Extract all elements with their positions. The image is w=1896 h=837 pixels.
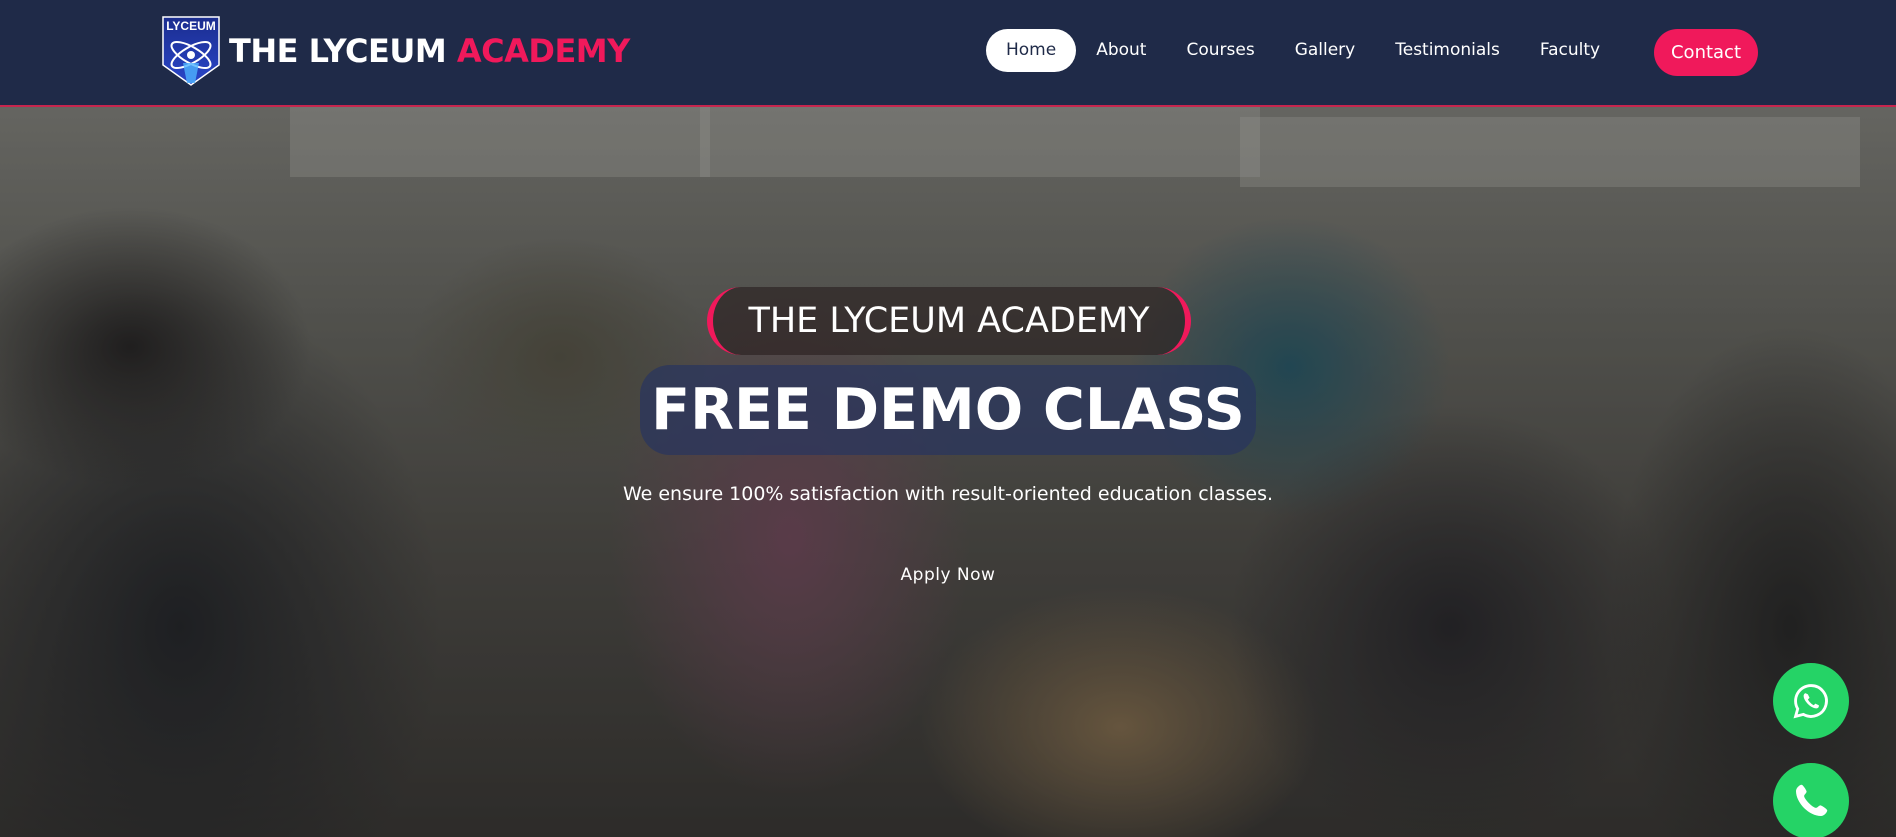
main-nav: Home About Courses Gallery Testimonials … — [986, 29, 1620, 72]
brand[interactable]: LYCEUM THE LYCEUM ACADEMY — [161, 15, 630, 87]
hero-headline: FREE DEMO CLASS — [640, 365, 1256, 455]
nav-courses[interactable]: Courses — [1166, 29, 1274, 72]
phone-icon — [1796, 784, 1828, 816]
phone-button[interactable] — [1773, 763, 1849, 837]
nav-about[interactable]: About — [1076, 29, 1166, 72]
hero-overlay — [0, 107, 1896, 837]
nav-testimonials[interactable]: Testimonials — [1375, 29, 1520, 72]
whatsapp-button[interactable] — [1773, 663, 1849, 739]
lyceum-logo-icon: LYCEUM — [162, 16, 220, 86]
contact-button[interactable]: Contact — [1654, 29, 1758, 76]
nav-home[interactable]: Home — [986, 29, 1077, 72]
hero-tagline: THE LYCEUM ACADEMY — [707, 287, 1191, 355]
hero-section: THE LYCEUM ACADEMY FREE DEMO CLASS We en… — [0, 107, 1896, 837]
apply-now-button[interactable]: Apply Now — [882, 558, 1014, 592]
nav-faculty[interactable]: Faculty — [1520, 29, 1620, 72]
brand-title: THE LYCEUM ACADEMY — [229, 32, 630, 70]
svg-text:LYCEUM: LYCEUM — [166, 19, 216, 33]
navbar: LYCEUM THE LYCEUM ACADEMY Home About Cou… — [0, 0, 1896, 107]
whatsapp-icon — [1793, 684, 1828, 719]
nav-gallery[interactable]: Gallery — [1275, 29, 1376, 72]
hero-subtext: We ensure 100% satisfaction with result-… — [622, 483, 1274, 505]
